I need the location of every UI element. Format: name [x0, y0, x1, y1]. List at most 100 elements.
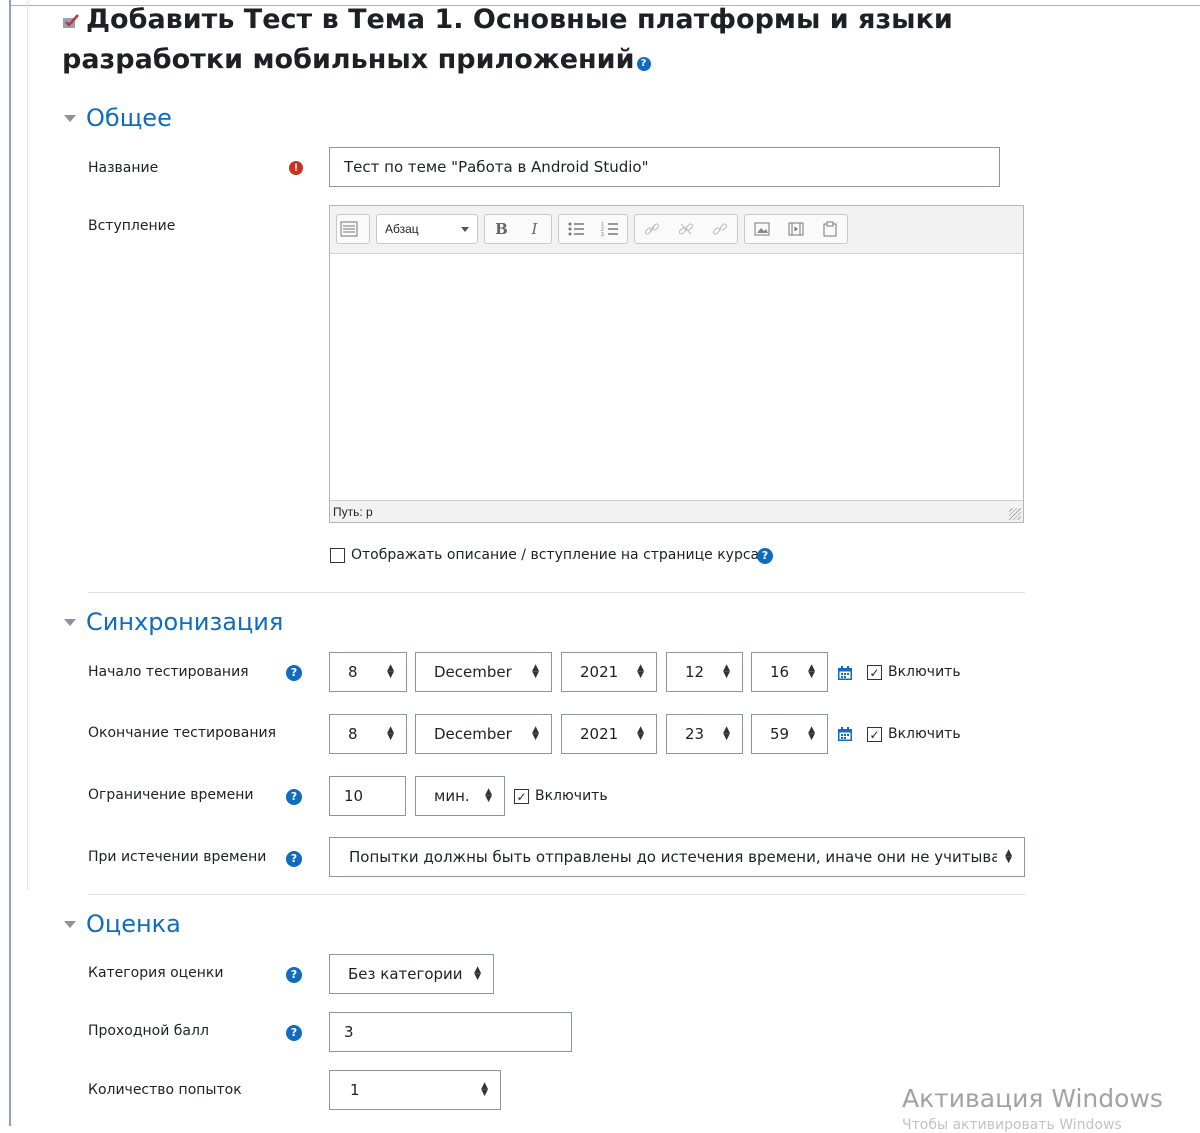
- checkmark-icon: ✓: [516, 789, 527, 804]
- manage-files-icon[interactable]: [813, 215, 847, 243]
- open-year-value: 2021: [580, 663, 619, 681]
- toolbar-toggle-button[interactable]: [336, 214, 370, 244]
- time-limit-unit-value: мин.: [434, 787, 470, 805]
- list-group: 123: [558, 214, 628, 244]
- paragraph-format-value: Абзац: [385, 222, 419, 236]
- calendar-icon[interactable]: [837, 665, 853, 681]
- calendar-icon[interactable]: [837, 726, 853, 742]
- attempts-select[interactable]: 1 ▲ ▼: [329, 1070, 501, 1110]
- quiz-icon: [63, 14, 79, 28]
- sort-arrows-icon: ▲ ▼: [723, 725, 730, 742]
- close-day-value: 8: [348, 725, 358, 743]
- help-icon[interactable]: ?: [757, 548, 773, 564]
- open-minute-select[interactable]: 16 ▲ ▼: [751, 652, 828, 692]
- caret-down-icon: [64, 618, 76, 626]
- help-icon[interactable]: ?: [286, 1025, 302, 1041]
- help-icon[interactable]: ?: [286, 789, 302, 805]
- pass-grade-value: 3: [344, 1023, 354, 1041]
- open-year-select[interactable]: 2021 ▲ ▼: [561, 652, 657, 692]
- sort-arrows-icon: ▲ ▼: [637, 663, 644, 680]
- editor-status-bar: Путь: p: [330, 500, 1023, 522]
- intro-label: Вступление: [88, 218, 176, 234]
- section-divider: [88, 592, 1025, 593]
- close-minute-select[interactable]: 59 ▲ ▼: [751, 714, 828, 754]
- windows-activation-watermark: Активация Windows: [902, 1084, 1163, 1113]
- time-limit-input[interactable]: 10: [329, 776, 406, 816]
- help-icon[interactable]: ?: [286, 665, 302, 681]
- close-year-value: 2021: [580, 725, 619, 743]
- link-group: [634, 214, 738, 244]
- window-frame-left: [9, 0, 11, 1126]
- overdue-handling-value: Попытки должны быть отправлены до истече…: [349, 848, 997, 866]
- unordered-list-icon[interactable]: [559, 215, 593, 243]
- close-enable-checkbox[interactable]: ✓: [867, 727, 882, 742]
- text-style-group: B I: [484, 214, 552, 244]
- show-description-label: Отображать описание / вступление на стра…: [351, 547, 760, 563]
- grade-category-select[interactable]: Без категории ▲ ▼: [329, 954, 494, 994]
- section-timing-toggle[interactable]: Синхронизация: [64, 608, 283, 636]
- sort-arrows-icon: ▲ ▼: [808, 725, 815, 742]
- page-title-text: Добавить Тест в Тема 1. Основные платфор…: [62, 4, 953, 75]
- close-minute-value: 59: [770, 725, 790, 743]
- section-grade-toggle[interactable]: Оценка: [64, 910, 181, 938]
- insert-group: [744, 214, 848, 244]
- attempts-label: Количество попыток: [88, 1082, 242, 1098]
- paragraph-format-select[interactable]: Абзац: [376, 214, 478, 244]
- section-timing-title: Синхронизация: [86, 608, 284, 636]
- card-edge: [27, 0, 28, 890]
- help-icon[interactable]: ?: [636, 57, 651, 71]
- sort-arrows-icon: ▲ ▼: [387, 663, 394, 680]
- open-day-select[interactable]: 8 ▲ ▼: [329, 652, 407, 692]
- unlink-icon[interactable]: [669, 215, 703, 243]
- image-icon[interactable]: [745, 215, 779, 243]
- sort-arrows-icon: ▲ ▼: [532, 663, 539, 680]
- pass-grade-label: Проходной балл: [88, 1023, 209, 1039]
- name-input[interactable]: Тест по теме "Работа в Android Studio": [329, 147, 1000, 187]
- svg-text:3: 3: [601, 232, 604, 237]
- sort-arrows-icon: ▲ ▼: [808, 663, 815, 680]
- italic-button[interactable]: I: [518, 215, 551, 243]
- close-month-value: December: [434, 725, 512, 743]
- open-enable-checkbox[interactable]: ✓: [867, 665, 882, 680]
- close-hour-select[interactable]: 23 ▲ ▼: [666, 714, 743, 754]
- time-limit-label: Ограничение времени: [88, 787, 254, 803]
- section-general-toggle[interactable]: Общее: [64, 104, 172, 132]
- help-icon[interactable]: ?: [286, 851, 302, 867]
- close-date-label: Окончание тестирования: [88, 725, 277, 741]
- windows-activation-subtitle: Чтобы активировать Windows: [902, 1117, 1122, 1133]
- editor-toolbar: Абзац B I 123: [330, 206, 1023, 254]
- sort-arrows-icon: ▲ ▼: [485, 787, 492, 804]
- intro-editor[interactable]: Абзац B I 123 Путь: p: [329, 205, 1024, 523]
- grade-category-label: Категория оценки: [88, 965, 224, 981]
- link-icon[interactable]: [635, 215, 669, 243]
- close-year-select[interactable]: 2021 ▲ ▼: [561, 714, 657, 754]
- open-month-select[interactable]: December ▲ ▼: [415, 652, 552, 692]
- open-hour-value: 12: [685, 663, 705, 681]
- sort-arrows-icon: ▲ ▼: [1005, 848, 1012, 865]
- media-icon[interactable]: [779, 215, 813, 243]
- close-month-select[interactable]: December ▲ ▼: [415, 714, 552, 754]
- anchor-link-icon[interactable]: [703, 215, 737, 243]
- overdue-handling-select[interactable]: Попытки должны быть отправлены до истече…: [329, 837, 1025, 877]
- open-month-value: December: [434, 663, 512, 681]
- name-input-value: Тест по теме "Работа в Android Studio": [344, 158, 649, 176]
- pass-grade-input[interactable]: 3: [329, 1012, 572, 1052]
- help-icon[interactable]: ?: [286, 967, 302, 983]
- checkmark-icon: ✓: [869, 727, 880, 742]
- bold-button[interactable]: B: [485, 215, 518, 243]
- sort-arrows-icon: ▲ ▼: [532, 725, 539, 742]
- open-minute-value: 16: [770, 663, 790, 681]
- time-limit-value: 10: [344, 787, 364, 805]
- open-hour-select[interactable]: 12 ▲ ▼: [666, 652, 743, 692]
- time-limit-unit-select[interactable]: мин. ▲ ▼: [415, 776, 505, 816]
- sort-arrows-icon: ▲ ▼: [387, 725, 394, 742]
- time-limit-enable-checkbox[interactable]: ✓: [514, 789, 529, 804]
- ordered-list-icon[interactable]: 123: [593, 215, 627, 243]
- section-general-title: Общее: [86, 104, 172, 132]
- attempts-value: 1: [350, 1081, 360, 1099]
- resize-handle-icon[interactable]: [1009, 508, 1021, 520]
- sort-arrows-icon: ▲ ▼: [723, 663, 730, 680]
- show-description-checkbox[interactable]: [330, 548, 345, 563]
- overdue-handling-label: При истечении времени: [88, 849, 267, 865]
- close-day-select[interactable]: 8 ▲ ▼: [329, 714, 407, 754]
